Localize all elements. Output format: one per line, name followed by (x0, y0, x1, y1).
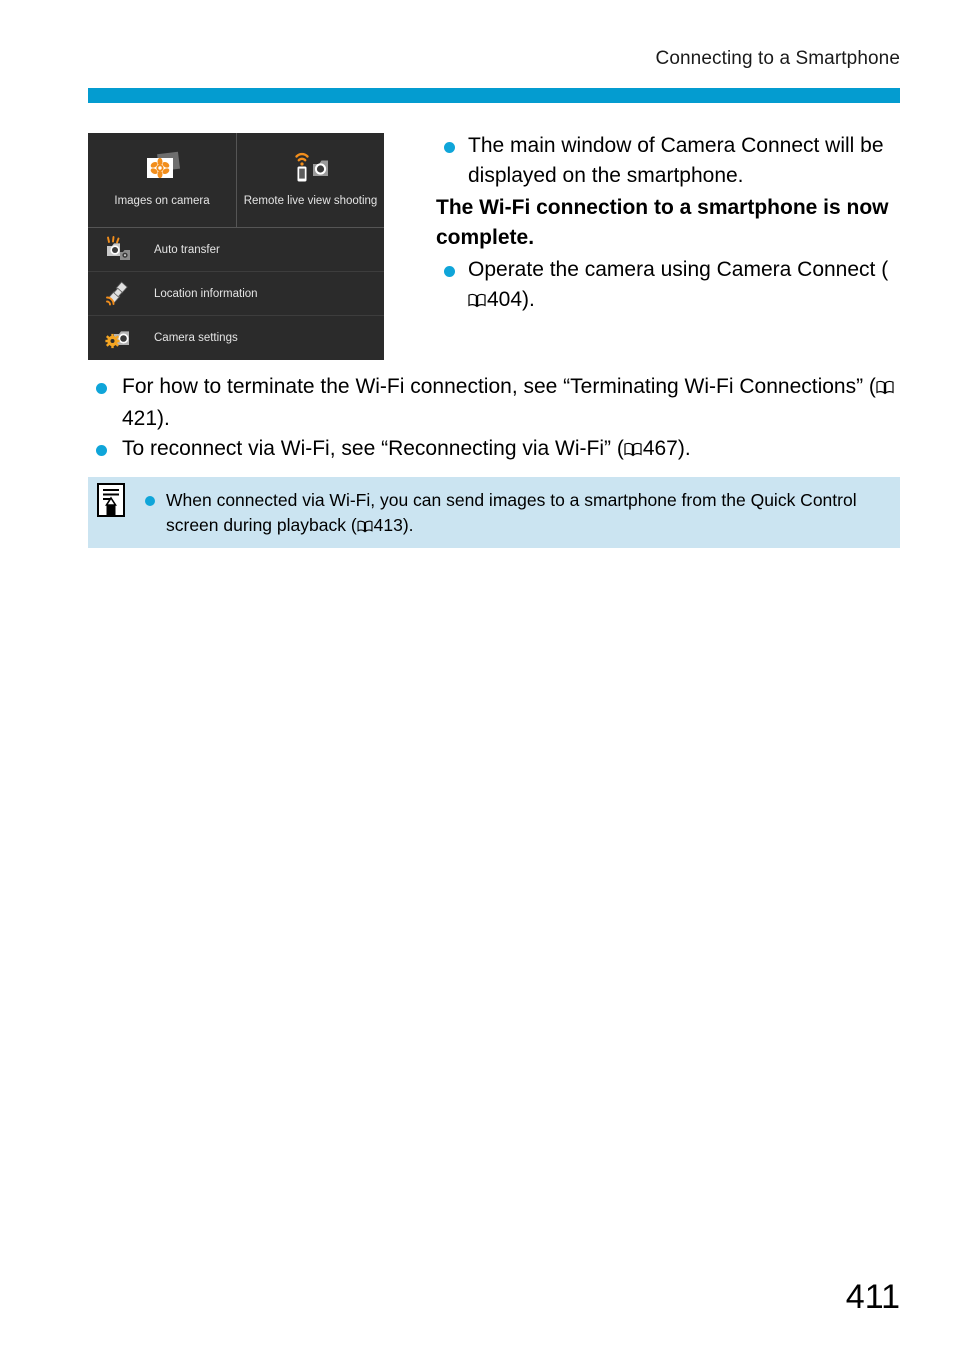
camera-list-item-location-information[interactable]: Location information (88, 272, 384, 316)
note-bullet-send-images: When connected via Wi-Fi, you can send i… (140, 488, 885, 540)
images-on-camera-icon (139, 145, 185, 191)
note-text-pre: When connected via Wi-Fi, you can send i… (166, 490, 857, 535)
book-reference-icon (357, 515, 373, 540)
location-information-icon (100, 278, 144, 310)
camera-list-item-label: Auto transfer (154, 243, 220, 256)
note-page-ref: 413 (373, 515, 403, 535)
bullet-text-pre: For how to terminate the Wi-Fi connectio… (122, 375, 876, 398)
note-callout-box: When connected via Wi-Fi, you can send i… (88, 477, 900, 548)
camera-settings-icon (100, 322, 144, 354)
bullet-text-post: ). (677, 437, 691, 460)
camera-list-item-label: Location information (154, 287, 258, 300)
wide-bullet-list: For how to terminate the Wi-Fi connectio… (88, 372, 906, 466)
camera-menu-screenshot: Images on camera Remote live view shooti… (88, 133, 384, 360)
bullet-page-ref: 421 (122, 407, 158, 430)
note-pencil-icon (97, 483, 125, 517)
right-bullet-main-window: The main window of Camera Connect will b… (436, 131, 906, 191)
bullet-page-ref: 467 (642, 437, 678, 460)
auto-transfer-icon (100, 234, 144, 266)
camera-tile-label: Remote live view shooting (243, 195, 378, 207)
camera-tile-images-on-camera[interactable]: Images on camera (88, 133, 236, 227)
page-number: 411 (845, 1278, 900, 1316)
camera-tile-label: Images on camera (114, 195, 210, 207)
bullet-text-pre: To reconnect via Wi-Fi, see “Reconnectin… (122, 437, 624, 460)
right-column-text: The main window of Camera Connect will b… (436, 131, 906, 317)
camera-tile-row: Images on camera Remote live view shooti… (88, 133, 384, 228)
page-header-title: Connecting to a Smartphone (655, 48, 900, 69)
remote-live-view-icon (288, 145, 334, 191)
camera-list-item-camera-settings[interactable]: Camera settings (88, 316, 384, 360)
camera-list-item-label: Camera settings (154, 332, 238, 344)
wide-bullet-reconnect: To reconnect via Wi-Fi, see “Reconnectin… (88, 434, 906, 466)
book-reference-icon (624, 436, 642, 466)
right-bullet-operate-camera: Operate the camera using Camera Connect … (436, 255, 906, 317)
book-reference-icon (468, 287, 486, 317)
camera-list-item-auto-transfer[interactable]: Auto transfer (88, 228, 384, 272)
wide-bullet-terminate-connection: For how to terminate the Wi-Fi connectio… (88, 372, 906, 434)
bullet-text-pre: Operate the camera using Camera Connect … (468, 258, 889, 281)
header-rule (88, 88, 900, 103)
note-text-post: ). (402, 515, 414, 535)
wifi-complete-statement: The Wi-Fi connection to a smartphone is … (436, 196, 889, 249)
bullet-text-post: ). (157, 407, 170, 430)
bullet-text-post: ). (522, 288, 535, 311)
camera-tile-remote-live-view-shooting[interactable]: Remote live view shooting (236, 133, 384, 227)
note-body: When connected via Wi-Fi, you can send i… (140, 488, 885, 540)
book-reference-icon (876, 374, 894, 404)
bullet-page-ref: 404 (487, 288, 523, 311)
